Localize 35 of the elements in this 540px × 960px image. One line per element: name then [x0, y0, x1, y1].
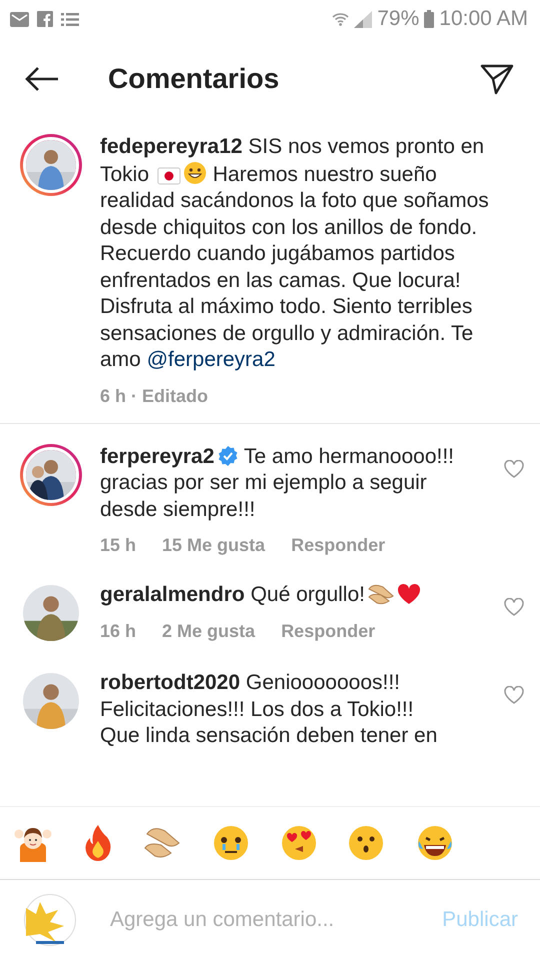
comment-time: 16 h	[100, 620, 136, 642]
comment-text: ferpereyra2 Te amo hermanoooo!!! gracias por ser mi ejemplo a seguir desde siempre!!!	[100, 444, 456, 522]
facebook-icon	[37, 11, 53, 27]
flag-icon	[156, 166, 181, 184]
page-title: Comentarios	[108, 63, 280, 95]
comment-text: fedepereyra12 SIS nos vemos pronto en Tokio Haremos nuestro sueño realidad sacándonos la foto que soñamos desde chiquitos con los anillos de fondo. Recuerdo cuando jugábamos partidos enfrentados en las camas. Que locura! Disfruta al máximo todo. Siento terribles sensaciones de orgullo y admiración. Te amo @ferpereyra2	[100, 134, 490, 373]
clock: 10:00 AM	[439, 7, 528, 31]
like-button[interactable]	[504, 598, 524, 616]
clapping-hands-icon[interactable]	[143, 826, 182, 860]
battery-percent: 79%	[377, 7, 420, 31]
crying-face-icon[interactable]	[212, 825, 249, 861]
likes-count[interactable]: 15 Me gusta	[162, 535, 266, 556]
comment-time: 6 h · Editado	[100, 386, 208, 406]
reply-button[interactable]: Responder	[291, 535, 386, 556]
fire-icon[interactable]	[84, 825, 112, 861]
reply-button[interactable]: Responder	[281, 620, 376, 642]
heart-icon	[396, 583, 421, 605]
laughing-tears-face-icon[interactable]	[416, 825, 454, 861]
likes-count[interactable]: 2 Me gusta	[162, 620, 256, 642]
clapping-hands-icon	[366, 583, 395, 605]
grinning-face-icon	[182, 160, 207, 184]
battery-icon	[424, 10, 434, 28]
like-button[interactable]	[504, 460, 524, 478]
comment-text: geralalmendro Qué orgullo!	[100, 582, 456, 608]
signal-icon	[354, 10, 372, 28]
mail-icon	[10, 12, 29, 26]
like-button[interactable]	[504, 686, 524, 704]
list-icon	[61, 12, 79, 26]
mention-link[interactable]: @ferpereyra2	[146, 348, 276, 371]
comment-time: 15 h	[100, 535, 136, 556]
comment-input[interactable]: Agrega un comentario...	[108, 907, 442, 933]
surprised-face-icon[interactable]	[348, 825, 384, 861]
comment-text: robertodt2020 Geniooooooos!!! Felicitaciones!!! Los dos a Tokio!!! Que linda sensación deben tener en	[100, 670, 438, 749]
heart-eyes-face-icon[interactable]	[280, 825, 317, 861]
wifi-icon	[332, 10, 350, 28]
